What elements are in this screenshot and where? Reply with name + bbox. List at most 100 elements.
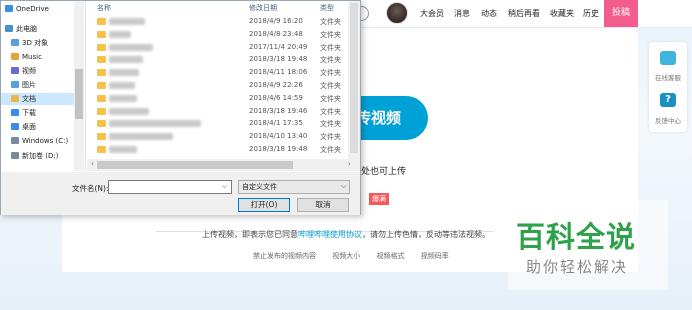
file-date: 2018/4/1 17:35 xyxy=(249,119,303,128)
link-video-format[interactable]: 视频格式 xyxy=(376,252,404,260)
tree-item[interactable]: 视频 xyxy=(11,65,36,77)
file-row[interactable]: 2017/11/4 20:49 文件夹 xyxy=(87,41,350,54)
link-video-bitrate[interactable]: 视频码率 xyxy=(421,252,449,260)
folder-icon xyxy=(97,120,106,128)
chat-bubble-icon[interactable] xyxy=(660,51,676,65)
file-open-dialog: OneDrive 此电脑 3D 对象 Music 视频图片文档下载桌面 Windows (… xyxy=(0,0,361,215)
nav-messages[interactable]: 消息 xyxy=(454,8,470,19)
link-forbidden-content[interactable]: 禁止发布的视频内容 xyxy=(253,252,316,260)
file-date: 2018/4/10 13:40 xyxy=(249,132,308,141)
file-name-blurred xyxy=(109,133,173,141)
tree-item-label: 图片 xyxy=(22,81,36,89)
folder-icon xyxy=(97,56,106,64)
column-modified[interactable]: 修改日期 xyxy=(249,3,277,13)
file-row[interactable]: 2018/4/1 17:35 文件夹 xyxy=(87,117,350,130)
tree-item[interactable]: OneDrive xyxy=(5,3,49,15)
file-date: 2018/4/9 16:20 xyxy=(249,17,303,25)
file-name-blurred xyxy=(109,82,135,89)
tree-item[interactable]: 3D 对象 xyxy=(11,37,48,49)
column-name[interactable]: 名称 xyxy=(97,3,111,13)
filetype-select[interactable]: 自定义文件 xyxy=(238,180,350,194)
file-name-blurred xyxy=(109,94,137,102)
file-type: 文件夹 xyxy=(320,120,341,129)
file-row[interactable]: 2018/3/18 19:48 文件夹 xyxy=(87,53,350,66)
open-button[interactable]: 打开(O) xyxy=(238,198,290,212)
folder-icon xyxy=(97,94,106,102)
tree-item[interactable]: Music xyxy=(11,51,42,63)
file-date: 2018/4/11 18:06 xyxy=(249,68,308,77)
tree-item-label: OneDrive xyxy=(16,5,49,13)
help-icon[interactable]: ? xyxy=(660,93,676,107)
tree-item-label: 桌面 xyxy=(22,123,36,131)
horizontal-scrollbar-thumb[interactable] xyxy=(97,161,293,169)
tree-item-label: 此电脑 xyxy=(16,25,37,33)
file-date: 2018/4/6 14:59 xyxy=(249,93,303,102)
file-date: 2018/3/18 19:48 xyxy=(249,55,308,64)
watermark-title: 百科全说 xyxy=(516,220,637,254)
status-badge: 爆满 xyxy=(369,193,389,205)
filename-label: 文件名(N): xyxy=(72,184,109,193)
agreement-text: 上传视频，即表示您已同意哔哩哔哩使用协议，请勿上传色情，反动等违法视频。 xyxy=(202,229,490,240)
file-row[interactable]: 2018/4/10 13:40 文件夹 xyxy=(87,130,350,143)
folder-icon xyxy=(5,25,13,32)
folder-icon xyxy=(97,30,106,38)
file-row[interactable]: 2018/4/6 14:59 文件夹 xyxy=(87,92,350,105)
file-type: 文件夹 xyxy=(320,94,341,103)
link-video-size[interactable]: 视频大小 xyxy=(332,252,360,260)
file-row[interactable]: 2018/4/8 23:48 文件夹 xyxy=(87,28,350,41)
filename-input[interactable] xyxy=(108,180,232,194)
file-name-blurred xyxy=(109,18,145,25)
tree-item[interactable]: 桌面 xyxy=(11,121,36,133)
file-list-scrollbar-thumb[interactable] xyxy=(350,3,358,153)
file-row[interactable]: 2018/4/9 16:20 文件夹 xyxy=(87,15,350,28)
nav-favorites[interactable]: 收藏夹 xyxy=(550,8,574,19)
file-row[interactable]: 2018/4/9 22:26 文件夹 xyxy=(87,79,350,92)
tree-item[interactable]: Windows (C:) xyxy=(11,135,68,147)
tree-item[interactable]: 图片 xyxy=(11,79,36,91)
folder-icon xyxy=(97,43,106,51)
folder-icon xyxy=(97,133,106,141)
chevron-down-icon[interactable]: ⌵ xyxy=(222,182,227,191)
nav-watch-later[interactable]: 稍后再看 xyxy=(508,8,540,19)
file-type: 文件夹 xyxy=(320,43,341,52)
agreement-link[interactable]: 哔哩哔哩使用协议 xyxy=(298,230,362,239)
scroll-left-icon[interactable]: ‹ xyxy=(91,160,94,168)
file-row[interactable]: 2018/4/11 18:06 文件夹 xyxy=(87,66,350,79)
file-row[interactable]: 2018/3/18 19:46 文件夹 xyxy=(87,105,350,118)
tree-item-label: 下载 xyxy=(22,109,36,117)
file-type: 文件夹 xyxy=(320,69,341,78)
file-list: 名称 修改日期 类型 2018/4/9 16:20 文件夹 2018/4/8 23:… xyxy=(87,1,360,159)
file-name-blurred xyxy=(109,107,149,115)
folder-icon xyxy=(11,53,19,60)
post-button[interactable]: 投稿 xyxy=(604,0,638,27)
tree-item[interactable]: 此电脑 xyxy=(5,23,37,35)
nav-vip[interactable]: 大会员 xyxy=(420,8,444,19)
file-type: 文件夹 xyxy=(320,56,341,65)
file-type: 文件夹 xyxy=(320,30,341,39)
chevron-down-icon[interactable]: ⌵ xyxy=(341,182,346,191)
right-side-panel: 在线客服 ? 反馈中心 xyxy=(649,42,687,132)
cancel-button[interactable]: 取消 xyxy=(297,198,349,212)
file-type: 文件夹 xyxy=(320,133,341,142)
tree-item-label: Music xyxy=(22,53,42,61)
file-name-blurred xyxy=(109,120,201,128)
feedback-label[interactable]: 反馈中心 xyxy=(649,115,687,125)
tree-item-label: Windows (C:) xyxy=(22,137,69,145)
file-date: 2018/3/18 19:46 xyxy=(249,106,308,115)
file-row[interactable]: 2018/3/18 19:48 文件夹 xyxy=(87,143,350,156)
avatar[interactable] xyxy=(386,2,408,24)
file-date: 2018/3/18 19:48 xyxy=(249,145,308,153)
column-type[interactable]: 类型 xyxy=(320,3,334,13)
tree-item[interactable]: 下载 xyxy=(11,107,36,119)
file-type: 文件夹 xyxy=(320,82,341,90)
tree-item[interactable]: 文档 xyxy=(1,93,74,105)
folder-icon xyxy=(97,107,106,115)
online-service-label[interactable]: 在线客服 xyxy=(649,72,687,82)
nav-dynamic[interactable]: 动态 xyxy=(481,8,497,19)
file-date: 2018/4/8 23:48 xyxy=(249,29,303,38)
scroll-right-icon[interactable]: › xyxy=(348,160,351,168)
tree-scrollbar-thumb[interactable] xyxy=(75,69,83,119)
nav-history[interactable]: 历史 xyxy=(583,8,599,19)
tree-item-label: 视频 xyxy=(22,67,36,75)
tree-item[interactable]: 新加卷 (D:) xyxy=(11,150,58,162)
